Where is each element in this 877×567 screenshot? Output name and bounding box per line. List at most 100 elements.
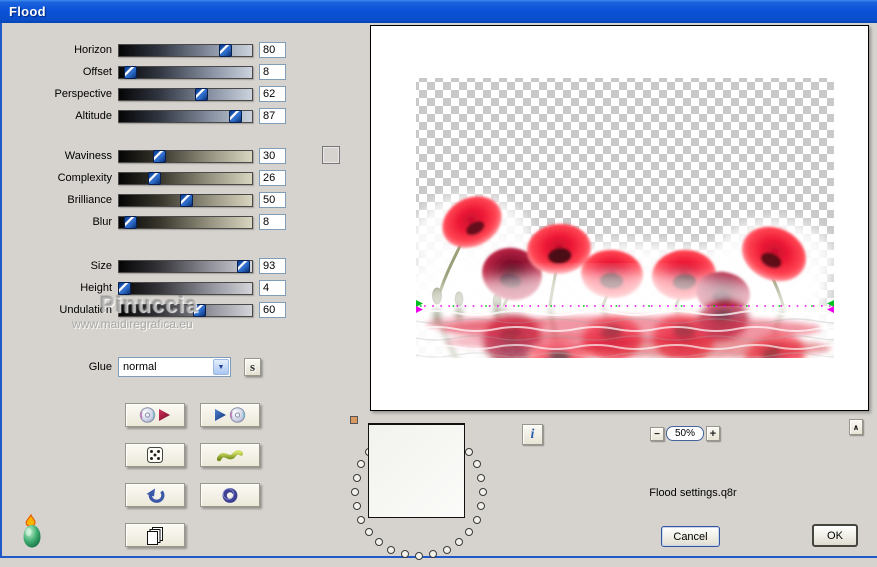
memory-preview-thumbnail xyxy=(368,423,465,518)
memory-dot[interactable] xyxy=(364,527,373,536)
memory-dot[interactable] xyxy=(472,460,481,469)
slider-label: Blur xyxy=(92,216,112,228)
slider-row: Waviness xyxy=(0,145,300,167)
value-input-altitude[interactable] xyxy=(259,108,286,124)
settings-filename: Flood settings.q8r xyxy=(649,487,737,499)
slider-track-offset[interactable] xyxy=(118,65,253,79)
randomize-button[interactable] xyxy=(125,443,185,467)
flood-dialog: Flood Horizon Offset Perspective Altitude W… xyxy=(0,0,877,567)
value-input-offset[interactable] xyxy=(259,64,286,80)
window-title: Flood xyxy=(9,4,46,19)
slider-label: Waviness xyxy=(64,150,112,162)
chevron-down-icon[interactable]: ▼ xyxy=(213,359,229,375)
save-settings-button[interactable] xyxy=(125,403,185,427)
slider-label: Offset xyxy=(82,66,112,78)
slider-handle[interactable] xyxy=(236,259,250,273)
memory-dot[interactable] xyxy=(351,488,359,496)
value-input-complexity[interactable] xyxy=(259,170,286,186)
slider-track-brilliance[interactable] xyxy=(118,193,253,207)
memory-dot[interactable] xyxy=(465,448,474,457)
flaming-pear-icon[interactable] xyxy=(17,514,47,550)
memory-dot[interactable] xyxy=(387,545,396,554)
slider-track-altitude[interactable] xyxy=(118,109,253,123)
slider-group-view: Horizon Offset Perspective Altitude xyxy=(0,39,300,127)
slider-track-size[interactable] xyxy=(118,259,253,273)
memory-dot[interactable] xyxy=(357,460,366,469)
slider-label: Perspective xyxy=(54,88,112,100)
dice-icon xyxy=(146,446,163,463)
memory-dot[interactable] xyxy=(472,515,481,524)
memory-dot[interactable] xyxy=(357,515,366,524)
blue-play-arrow-icon xyxy=(215,409,226,421)
info-button[interactable]: i xyxy=(522,424,543,445)
wave-preset-button[interactable] xyxy=(200,443,260,467)
ok-button[interactable]: OK xyxy=(812,524,858,547)
slider-track-waviness[interactable] xyxy=(118,149,253,163)
water-color-swatch[interactable] xyxy=(322,146,340,164)
value-input-undulation[interactable] xyxy=(259,302,286,318)
slider-row: Horizon xyxy=(0,39,300,61)
titlebar[interactable]: Flood xyxy=(0,0,877,23)
slider-track-horizon[interactable] xyxy=(118,43,253,57)
memory-dot[interactable] xyxy=(352,473,361,482)
value-input-perspective[interactable] xyxy=(259,86,286,102)
slider-track-blur[interactable] xyxy=(118,215,253,229)
glue-select[interactable]: normal ▼ xyxy=(118,357,231,377)
slider-label: Complexity xyxy=(57,172,112,184)
memory-dot[interactable] xyxy=(375,538,384,547)
s-button[interactable]: s xyxy=(244,358,261,376)
cd-disc-icon xyxy=(139,407,156,423)
undo-button[interactable] xyxy=(125,483,185,507)
slider-track-complexity[interactable] xyxy=(118,171,253,185)
memory-dot[interactable] xyxy=(479,488,487,496)
cancel-button[interactable]: Cancel xyxy=(661,526,720,547)
tool-buttons xyxy=(125,403,260,547)
copy-settings-button[interactable] xyxy=(125,523,185,547)
value-input-height[interactable] xyxy=(259,280,286,296)
slider-row: Complexity xyxy=(0,167,300,189)
cd-disc-icon xyxy=(229,407,246,423)
slider-handle[interactable] xyxy=(147,171,161,185)
zoom-in-button[interactable]: + xyxy=(706,426,720,441)
value-input-blur[interactable] xyxy=(259,214,286,230)
memory-dot[interactable] xyxy=(477,502,486,511)
zoom-level: 50% xyxy=(666,426,704,441)
value-input-waviness[interactable] xyxy=(259,148,286,164)
load-settings-button[interactable] xyxy=(200,403,260,427)
slider-handle[interactable] xyxy=(195,87,209,101)
stacked-pages-icon xyxy=(147,526,163,545)
preview-image xyxy=(416,78,834,358)
slider-row: Brilliance xyxy=(0,189,300,211)
watermark-url: www.maidiregrafica.eu xyxy=(72,317,193,331)
reset-button[interactable] xyxy=(200,483,260,507)
slider-handle[interactable] xyxy=(123,215,137,229)
slider-handle[interactable] xyxy=(179,193,193,207)
zoom-out-button[interactable]: − xyxy=(650,427,664,441)
watermark-name: Pinuccia xyxy=(100,292,199,317)
blue-ring-icon xyxy=(222,487,238,503)
preview-panel[interactable] xyxy=(370,25,869,411)
slider-track-perspective[interactable] xyxy=(118,87,253,101)
slider-handle[interactable] xyxy=(219,43,233,57)
slider-row: Blur xyxy=(0,211,300,233)
slider-label: Altitude xyxy=(75,110,112,122)
slider-handle[interactable] xyxy=(152,149,166,163)
slider-group-water: Waviness Complexity Brilliance Blur xyxy=(0,145,300,233)
memory-dot[interactable] xyxy=(477,473,486,482)
value-input-size[interactable] xyxy=(259,258,286,274)
memory-dot-current[interactable] xyxy=(350,416,358,424)
memory-dot[interactable] xyxy=(465,527,474,536)
slider-handle[interactable] xyxy=(228,109,242,123)
glue-selected-value: normal xyxy=(123,361,157,373)
value-input-horizon[interactable] xyxy=(259,42,286,58)
value-input-brilliance[interactable] xyxy=(259,192,286,208)
slider-handle[interactable] xyxy=(123,65,137,79)
memory-dot[interactable] xyxy=(415,552,423,560)
memory-dot[interactable] xyxy=(442,545,451,554)
slider-label: Size xyxy=(90,260,112,272)
scroll-up-button[interactable]: ∧ xyxy=(849,419,863,435)
slider-row: Perspective xyxy=(0,83,300,105)
memory-dot[interactable] xyxy=(454,538,463,547)
memory-dot[interactable] xyxy=(352,502,361,511)
slider-row: Altitude xyxy=(0,105,300,127)
